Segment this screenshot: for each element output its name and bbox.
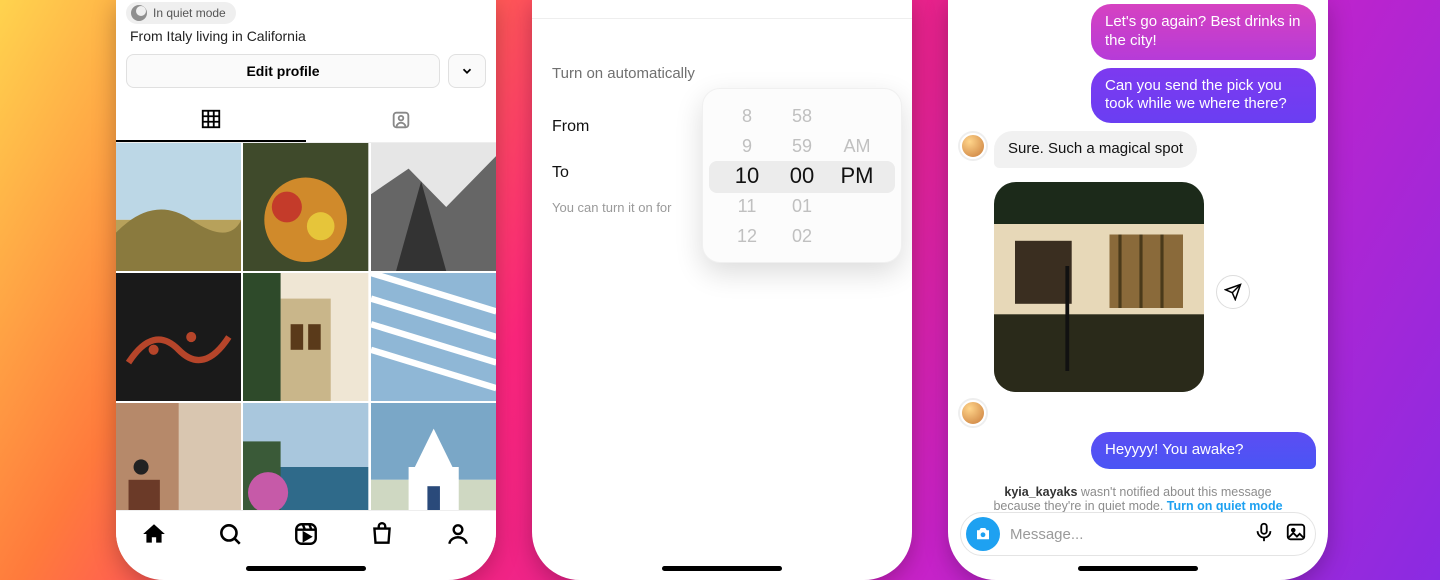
received-message[interactable]: Sure. Such a magical spot bbox=[994, 131, 1197, 168]
picker-minute-column[interactable]: 58 59 00 01 02 bbox=[775, 101, 830, 251]
nav-search[interactable] bbox=[217, 521, 243, 552]
nav-shop[interactable] bbox=[369, 521, 395, 552]
avatar[interactable] bbox=[960, 400, 986, 426]
post-thumb[interactable] bbox=[116, 273, 241, 401]
nav-profile[interactable] bbox=[445, 521, 471, 552]
sent-message[interactable]: Heyyyy! You awake? bbox=[1091, 432, 1316, 469]
profile-tabs bbox=[116, 98, 496, 143]
moon-icon bbox=[131, 5, 147, 21]
message-input[interactable]: Message... bbox=[1010, 526, 1243, 543]
mic-button[interactable] bbox=[1253, 521, 1275, 548]
avatar[interactable] bbox=[960, 133, 986, 159]
to-label: To bbox=[552, 164, 569, 182]
nav-reels[interactable] bbox=[293, 521, 319, 552]
share-icon bbox=[1224, 283, 1242, 301]
suggested-people-button[interactable] bbox=[448, 54, 486, 88]
posts-grid bbox=[116, 143, 496, 531]
post-thumb[interactable] bbox=[243, 143, 368, 271]
quiet-mode-label: In quiet mode bbox=[153, 6, 226, 20]
tab-tagged[interactable] bbox=[306, 98, 496, 142]
quiet-mode-badge: In quiet mode bbox=[126, 2, 236, 24]
post-thumb[interactable] bbox=[371, 273, 496, 401]
home-indicator bbox=[246, 566, 366, 571]
sent-message[interactable]: Let's go again? Best drinks in the city! bbox=[1091, 4, 1316, 60]
camera-button[interactable] bbox=[966, 517, 1000, 551]
edit-profile-button[interactable]: Edit profile bbox=[126, 54, 440, 88]
tagged-icon bbox=[390, 109, 412, 131]
post-thumb[interactable] bbox=[116, 143, 241, 271]
dm-conversation-screen: Let's go again? Best drinks in the city!… bbox=[948, 0, 1328, 580]
notice-username: kyia_kayaks bbox=[1004, 485, 1077, 499]
received-image-row bbox=[960, 182, 1316, 402]
post-thumb[interactable] bbox=[371, 143, 496, 271]
received-avatar-only bbox=[960, 398, 1316, 426]
picker-ampm-column[interactable]: AM PM bbox=[830, 101, 885, 251]
received-message-row: Sure. Such a magical spot bbox=[960, 131, 1316, 176]
tab-grid[interactable] bbox=[116, 98, 306, 142]
received-image[interactable] bbox=[994, 182, 1204, 392]
picker-hour-column[interactable]: 8 9 10 11 12 bbox=[720, 101, 775, 251]
quiet-mode-schedule-screen: Turn on automatically From To You can tu… bbox=[532, 0, 912, 580]
home-indicator bbox=[1078, 566, 1198, 571]
grid-icon bbox=[200, 108, 222, 130]
profile-screen: In quiet mode From Italy living in Calif… bbox=[116, 0, 496, 580]
post-thumb[interactable] bbox=[243, 273, 368, 401]
time-picker[interactable]: 8 9 10 11 12 58 59 00 01 02 AM PM bbox=[702, 88, 902, 263]
sent-message[interactable]: Can you send the pick you took while we … bbox=[1091, 68, 1316, 124]
mic-icon bbox=[1253, 521, 1275, 543]
nav-home[interactable] bbox=[141, 521, 167, 552]
camera-icon bbox=[974, 525, 992, 543]
from-label: From bbox=[552, 118, 589, 136]
bottom-nav bbox=[116, 510, 496, 562]
share-button[interactable] bbox=[1216, 275, 1250, 309]
chevron-down-icon bbox=[460, 64, 474, 78]
gallery-button[interactable] bbox=[1285, 521, 1307, 548]
turn-on-quiet-mode-link[interactable]: Turn on quiet mode bbox=[1167, 499, 1283, 513]
message-list[interactable]: Let's go again? Best drinks in the city!… bbox=[948, 0, 1328, 521]
home-indicator bbox=[662, 566, 782, 571]
image-icon bbox=[1285, 521, 1307, 543]
profile-bio: From Italy living in California bbox=[116, 28, 496, 54]
message-composer: Message... bbox=[960, 512, 1316, 556]
